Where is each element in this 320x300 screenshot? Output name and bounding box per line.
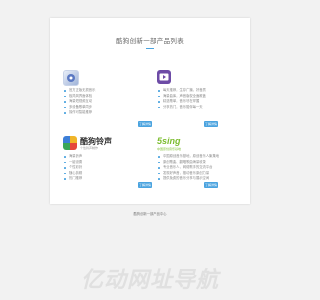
page-title: 酷狗创新一部产品列表: [116, 38, 184, 45]
title-underline: [146, 48, 154, 49]
learn-more-button[interactable]: 了解详情: [204, 182, 218, 188]
list-item: 操作可智能推荐: [64, 110, 95, 116]
product-card-4: 5sing 中国原创音乐基地 中国原创音乐基地，原创音乐人聚集地 原创歌曲、翻唱…: [152, 136, 240, 206]
video-glyph-icon: [159, 73, 169, 81]
product-feature-list: 中国原创音乐基地，原创音乐人聚集地 原创歌曲、翻唱歌曲海量收录 专业音乐人，网络…: [158, 154, 219, 182]
learn-more-button[interactable]: 了解详情: [138, 182, 152, 188]
ringtone-app-icon[interactable]: [63, 136, 77, 150]
learn-more-button[interactable]: 了解详情: [138, 121, 152, 127]
5sing-logo-text[interactable]: 5sing: [157, 136, 181, 146]
product-card-2: 每天推荐，生存广播，好音质 海量曲库，声音版权全面覆盖 精选歌单，音乐尽在掌握 …: [152, 70, 240, 140]
player-app-icon[interactable]: [63, 70, 79, 86]
footer-text: 酷狗创新一部产品中心: [133, 212, 167, 216]
list-item: 热门推荐: [64, 176, 82, 182]
5sing-logo-subtitle: 中国原创音乐基地: [157, 147, 182, 151]
site-brand: 亿动网址导航: [0, 262, 300, 294]
product-feature-list: 官方正版无损音乐 极简风界面体验 海量短视频互动 多设备歌单同步 操作可智能推荐: [64, 88, 95, 116]
list-item: 分享热门，音乐陪伴每一天: [158, 105, 206, 111]
product-feature-list: 海量铃声 一键设置 个性彩铃 随心剪辑 热门推荐: [64, 154, 82, 182]
product-card-1: 官方正版无损音乐 极简风界面体验 海量短视频互动 多设备歌单同步 操作可智能推荐…: [58, 70, 152, 140]
product-list-card: 酷狗创新一部产品列表 官方正版无损音乐 极简风界面体验 海量短视频互动 多设备歌…: [50, 18, 250, 216]
ringtone-logo-subtitle: 个性铃声制作: [80, 146, 99, 150]
product-feature-list: 每天推荐，生存广播，好音质 海量曲库，声音版权全面覆盖 精选歌单，音乐尽在掌握 …: [158, 88, 206, 110]
brand-logo-text: 亿动网址导航: [80, 268, 219, 293]
learn-more-button[interactable]: 了解详情: [204, 121, 218, 127]
player-glyph-icon: [67, 74, 75, 82]
video-app-icon[interactable]: [157, 70, 171, 84]
product-card-3: 酷狗铃声 个性铃声制作 海量铃声 一键设置 个性彩铃 随心剪辑 热门推荐 了解详…: [58, 136, 152, 206]
